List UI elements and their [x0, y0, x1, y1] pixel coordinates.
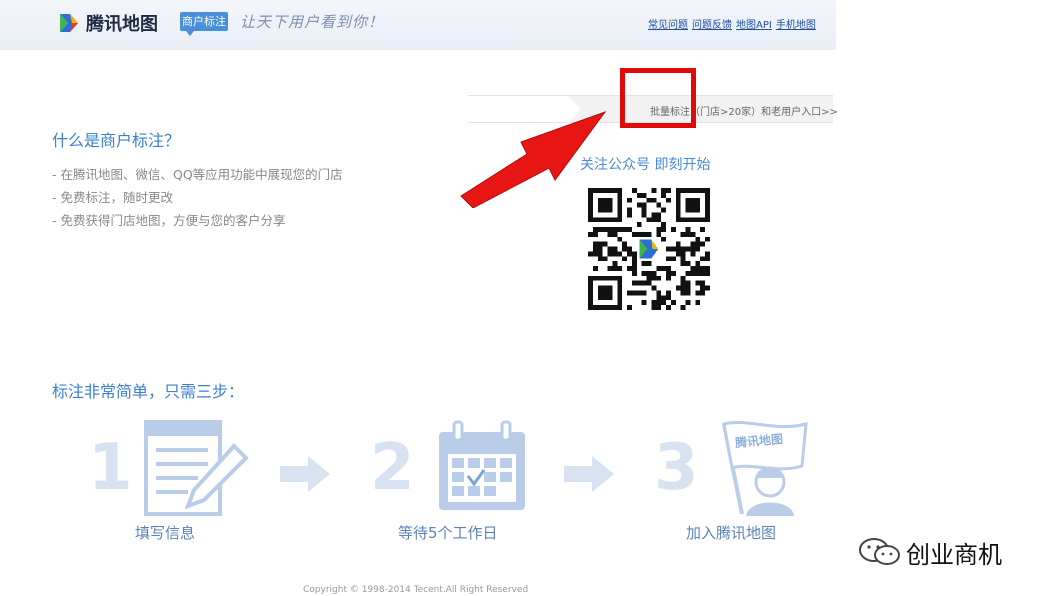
right-arrow-icon: [564, 456, 614, 492]
feature-item: - 免费标注，随时更改: [52, 190, 173, 205]
follow-text: 关注公众号 即刻开始: [580, 157, 711, 173]
link-faq[interactable]: 常见问题: [648, 20, 688, 31]
intro-title: 什么是商户标注？: [52, 131, 181, 150]
feature-item: - 免费获得门店地图，方便与您的客户分享: [52, 213, 286, 228]
right-arrow-icon: [280, 456, 330, 492]
wechat-icon: [859, 538, 900, 565]
link-mobile-map[interactable]: 手机地图: [776, 20, 816, 31]
step-number: 3: [654, 431, 699, 505]
merchant-badge: 商户标注: [180, 12, 228, 36]
form-pencil-icon: [144, 420, 249, 516]
calendar-check-icon: [439, 420, 525, 510]
step-label: 填写信息: [135, 524, 196, 542]
step-number: 2: [370, 431, 415, 505]
step-label: 等待5个工作日: [398, 524, 498, 542]
highlight-box: [620, 68, 696, 128]
top-links: 常见问题 问题反馈 地图API 手机地图: [648, 16, 820, 31]
step-label: 加入腾讯地图: [686, 524, 777, 542]
logo-text[interactable]: 腾讯地图: [86, 10, 158, 36]
link-feedback[interactable]: 问题反馈: [692, 20, 732, 31]
link-map-api[interactable]: 地图API: [736, 20, 772, 31]
slogan: 让天下用户看到你！: [240, 13, 385, 31]
qr-code-icon[interactable]: [588, 188, 710, 310]
feature-item: - 在腾讯地图、微信、QQ等应用功能中展现您的门店: [52, 167, 343, 182]
steps-title: 标注非常简单，只需三步：: [52, 382, 245, 401]
step-number: 1: [88, 431, 133, 505]
copyright: Copyright © 1998-2014 Tecent.All Right R…: [303, 585, 529, 595]
tencent-map-logo-icon[interactable]: [58, 12, 80, 34]
watermark-text: 创业商机: [906, 541, 1002, 569]
